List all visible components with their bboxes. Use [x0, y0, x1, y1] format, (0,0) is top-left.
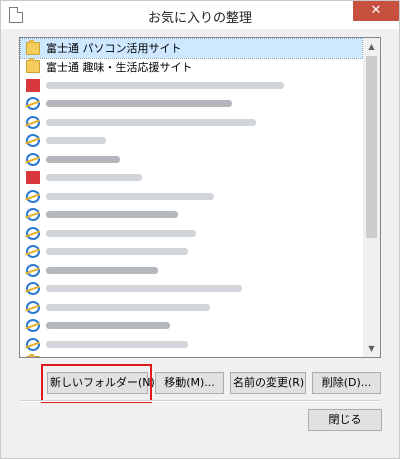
favorites-link-item[interactable] — [20, 280, 363, 299]
internet-explorer-icon — [26, 115, 40, 129]
favorites-link-item[interactable] — [20, 113, 363, 132]
favorite-label: 富士通 パソコン活用サイト — [46, 42, 182, 56]
internet-explorer-icon — [26, 208, 40, 222]
scroll-up-icon[interactable]: ▲ — [363, 38, 380, 55]
internet-explorer-icon — [26, 152, 40, 166]
delete-button[interactable]: 削除(D)... — [312, 372, 381, 394]
annotation-highlight-box — [41, 364, 152, 403]
favorites-link-item[interactable] — [20, 298, 363, 317]
scrollbar-thumb[interactable] — [366, 56, 377, 238]
blurred-label — [46, 285, 242, 293]
blurred-label — [46, 192, 214, 200]
vertical-scrollbar[interactable]: ▲ ▼ — [363, 38, 380, 357]
separator — [19, 400, 380, 402]
blurred-label — [46, 100, 232, 108]
blurred-label — [46, 211, 178, 219]
internet-explorer-icon — [26, 97, 40, 111]
internet-explorer-icon — [26, 226, 40, 240]
internet-explorer-icon — [26, 319, 40, 333]
internet-explorer-icon — [26, 300, 40, 314]
favorites-link-item[interactable] — [20, 150, 363, 169]
close-window-button[interactable]: ✕ — [353, 1, 399, 21]
favorite-label: 富士通 趣味・生活応援サイト — [46, 60, 193, 74]
favorites-link-item[interactable] — [20, 317, 363, 336]
favorites-link-item[interactable] — [20, 206, 363, 225]
blurred-label — [46, 118, 256, 126]
internet-explorer-icon — [26, 245, 40, 259]
favorites-link-item[interactable] — [20, 187, 363, 206]
favorites-folder-item[interactable]: 富士通 趣味・生活応援サイト — [20, 58, 363, 77]
blurred-label — [46, 155, 120, 163]
favorites-rows: 富士通 パソコン活用サイト 富士通 趣味・生活応援サイト — [20, 38, 363, 357]
favorites-link-item[interactable] — [20, 335, 363, 354]
favorites-link-item[interactable] — [20, 95, 363, 114]
internet-explorer-icon — [26, 263, 40, 277]
blurred-label — [46, 229, 196, 237]
scroll-down-icon[interactable]: ▼ — [363, 340, 380, 357]
blurred-label — [46, 174, 142, 182]
move-button[interactable]: 移動(M)... — [155, 372, 224, 394]
folder-icon — [26, 39, 40, 55]
favorites-link-item[interactable] — [20, 243, 363, 262]
internet-explorer-icon — [26, 282, 40, 296]
folder-icon — [26, 58, 40, 74]
blurred-label — [46, 340, 188, 348]
favorites-folder-item[interactable] — [20, 354, 363, 357]
favorites-list[interactable]: 富士通 パソコン活用サイト 富士通 趣味・生活応援サイト ▲ ▼ — [19, 37, 381, 358]
rename-button[interactable]: 名前の変更(R) — [230, 372, 306, 394]
blurred-label — [46, 137, 106, 145]
internet-explorer-icon — [26, 189, 40, 203]
blurred-label — [46, 266, 158, 274]
organize-favorites-window: お気に入りの整理 ✕ 富士通 パソコン活用サイト 富士通 趣味・生活応援サイト ▲… — [0, 0, 400, 459]
close-button[interactable]: 閉じる — [308, 409, 382, 431]
site-favicon-icon — [26, 78, 40, 92]
favorites-link-item[interactable] — [20, 224, 363, 243]
favorites-link-item[interactable] — [20, 76, 363, 95]
window-title: お気に入りの整理 — [147, 11, 252, 26]
blurred-label — [46, 248, 188, 256]
internet-explorer-icon — [26, 134, 40, 148]
blurred-label — [46, 81, 284, 89]
favorites-folder-item[interactable]: 富士通 パソコン活用サイト — [20, 38, 363, 59]
blurred-label — [46, 322, 170, 330]
title-bar: お気に入りの整理 ✕ — [1, 1, 399, 29]
favorites-link-item[interactable] — [20, 169, 363, 188]
internet-explorer-icon — [26, 337, 40, 351]
blurred-label — [46, 303, 210, 311]
folder-icon — [26, 354, 40, 357]
site-favicon-icon — [26, 171, 40, 185]
favorites-link-item[interactable] — [20, 132, 363, 151]
favorites-link-item[interactable] — [20, 261, 363, 280]
